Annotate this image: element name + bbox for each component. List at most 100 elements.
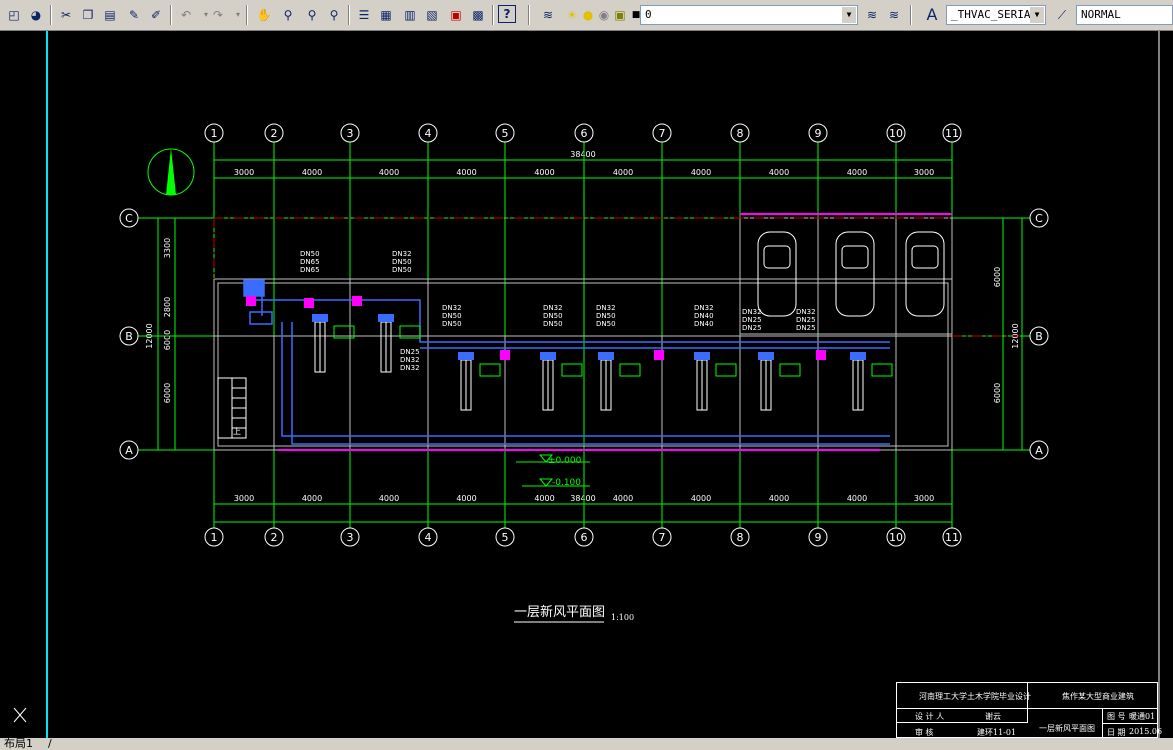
grid-number-top: 1	[211, 127, 218, 140]
layer-dropdown[interactable]: 0 ▼	[640, 5, 858, 25]
air-outlet	[850, 352, 866, 360]
separator	[348, 5, 350, 25]
grid-letter-right: C	[1035, 212, 1043, 225]
grid-letter-right: A	[1035, 444, 1043, 457]
markup-icon[interactable]: ▣	[446, 5, 466, 25]
dim-span-text: 3000	[234, 494, 254, 503]
stair-label: 上	[233, 427, 241, 436]
tab-layout1[interactable]: 布局1	[4, 738, 33, 750]
design-center-icon[interactable]: ▦	[376, 5, 396, 25]
dim-style-value: NORMAL	[1081, 8, 1121, 21]
pipe-label: DN50	[392, 266, 412, 274]
zoom-window-icon[interactable]: ⚲	[302, 5, 322, 25]
tab-separator: /	[48, 737, 52, 750]
open-icon[interactable]: ◕	[26, 5, 46, 25]
pipe-label: DN32	[596, 304, 616, 312]
sheet-set-icon[interactable]: ▧	[422, 5, 442, 25]
pipe-label: DN32	[442, 304, 462, 312]
chevron-down-icon[interactable]: ▼	[842, 7, 856, 23]
dim-span-text: 4000	[379, 494, 399, 503]
grid-number-top: 7	[659, 127, 666, 140]
pipe-label: DN50	[300, 250, 320, 258]
valve-marker	[816, 350, 826, 360]
undo-icon[interactable]: ↶	[176, 5, 196, 25]
grid-letter-right: B	[1035, 330, 1043, 343]
dim-span-text: 4000	[613, 494, 633, 503]
dim-span-text: 4000	[534, 168, 554, 177]
new-icon[interactable]: ◰	[4, 5, 24, 25]
text-style-dropdown[interactable]: _THVAC_SERIAI ▼	[946, 5, 1046, 25]
pipe-label: DN25	[742, 324, 762, 332]
layer-manager-icon[interactable]: ≋	[538, 5, 558, 25]
grid-number-top: 11	[945, 127, 959, 140]
drawing-no: 暖通01	[1129, 712, 1156, 721]
pipe-label: DN65	[300, 258, 320, 266]
dim-style-dropdown[interactable]: NORMAL	[1076, 5, 1173, 25]
grid-number-bottom: 7	[659, 531, 666, 544]
dim-total-text: 38400	[570, 494, 595, 503]
level-1-text: ±0.000	[548, 456, 582, 466]
tool-palette-icon[interactable]: ▥	[400, 5, 420, 25]
grid-number-top: 6	[581, 127, 588, 140]
pipe-label: DN50	[392, 258, 412, 266]
dim-span-text: 4000	[456, 168, 476, 177]
layer-value: 0	[645, 8, 652, 21]
air-outlet	[312, 314, 328, 322]
designer-name: 谢云	[985, 712, 1001, 721]
cut-icon[interactable]: ✂	[56, 5, 76, 25]
grid-number-bottom: 5	[502, 531, 509, 544]
layer-states-icon[interactable]: ≋	[884, 5, 904, 25]
date-value: 2015.06	[1129, 727, 1163, 736]
school-name: 河南理工大学土木学院毕业设计	[919, 692, 1031, 701]
pan-icon[interactable]: ✋	[254, 5, 274, 25]
grid-number-bottom: 1	[211, 531, 218, 544]
dim-left-text: 3300	[163, 238, 172, 258]
standard-toolbar: ◰ ◕ ✂ ❐ ▤ ✎ ✐ ↶ ▾ ↷ ▾ ✋ ⚲ ⚲ ⚲ ☰ ▦ ▥ ▧ ▣ …	[0, 0, 1173, 31]
grid-number-top: 9	[815, 127, 822, 140]
dim-span-text: 4000	[456, 494, 476, 503]
grid-letter-left: A	[125, 444, 133, 457]
redo-icon[interactable]: ↷	[208, 5, 228, 25]
paste-icon[interactable]: ▤	[100, 5, 120, 25]
match-prop-icon[interactable]: ✎	[124, 5, 144, 25]
title-block: 河南理工大学土木学院毕业设计 焦作某大型商业建筑 设 计 人 谢云 审 核 建环…	[896, 682, 1162, 739]
layer-previous-icon[interactable]: ≋	[862, 5, 882, 25]
dim-right-text: 6000	[993, 267, 1002, 287]
text-style-icon[interactable]: A	[922, 5, 942, 25]
help-icon[interactable]: ?	[498, 5, 516, 23]
separator	[910, 5, 912, 25]
grid-number-bottom: 9	[815, 531, 822, 544]
pipe-label: DN32	[796, 308, 816, 316]
redo-dropdown-icon[interactable]: ▾	[228, 5, 248, 25]
dim-left-text: 2800	[163, 297, 172, 317]
dim-span-text: 4000	[847, 494, 867, 503]
drawing-canvas[interactable]: 38400 3000 4000 4000 4000 4000 4000 4000 4000 400…	[0, 31, 1173, 738]
grid-number-top: 10	[889, 127, 903, 140]
air-outlet	[540, 352, 556, 360]
dim-style-icon[interactable]: ⟋	[1052, 5, 1072, 25]
properties-icon[interactable]: ☰	[354, 5, 374, 25]
level-2-text: -0.100	[552, 478, 581, 488]
dim-span-text: 4000	[769, 168, 789, 177]
reviewer-label: 审 核	[915, 728, 934, 737]
valve-marker	[654, 350, 664, 360]
chevron-down-icon[interactable]: ▼	[1030, 7, 1044, 23]
grid-number-bottom: 2	[271, 531, 278, 544]
project-name: 焦作某大型商业建筑	[1062, 692, 1134, 701]
pipe-label: DN40	[694, 320, 714, 328]
grid-number-top: 3	[347, 127, 354, 140]
air-outlet	[378, 314, 394, 322]
grid-letter-left: C	[125, 212, 133, 225]
pipe-label: DN32	[543, 304, 563, 312]
zoom-previous-icon[interactable]: ⚲	[324, 5, 344, 25]
calculator-icon[interactable]: ▩	[468, 5, 488, 25]
grid-number-bottom: 8	[737, 531, 744, 544]
copy-icon[interactable]: ❐	[78, 5, 98, 25]
zoom-realtime-icon[interactable]: ⚲	[278, 5, 298, 25]
brush-icon[interactable]: ✐	[146, 5, 166, 25]
dim-total-text: 38400	[570, 150, 595, 159]
dim-right-text: 6000	[993, 383, 1002, 403]
pipe-label: DN50	[442, 312, 462, 320]
pipe-label: DN25	[742, 316, 762, 324]
date-label: 日 期	[1107, 728, 1126, 737]
